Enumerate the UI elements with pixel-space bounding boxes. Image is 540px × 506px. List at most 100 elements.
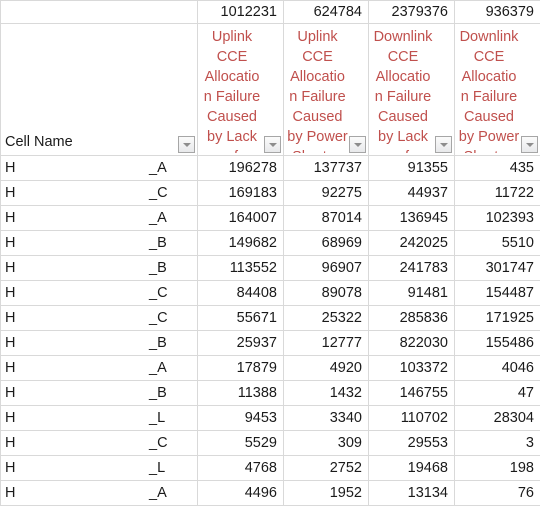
data-value: 155486 — [455, 333, 540, 355]
cell-name-prefix: H — [5, 208, 15, 228]
data-value: 25322 — [284, 308, 368, 330]
data-cell: 169183 — [198, 181, 284, 206]
data-value: 96907 — [284, 258, 368, 280]
data-cell: 9453 — [198, 406, 284, 431]
data-cell: 4768 — [198, 456, 284, 481]
data-cell: 103372 — [369, 356, 455, 381]
cell-name-cell: H_C — [1, 281, 198, 306]
cell-name-header-label: Cell Name — [5, 132, 73, 152]
header-label-2: Uplink CCE Allocation Failure Caused by … — [287, 27, 348, 153]
cell-name-cell: H_B — [1, 381, 198, 406]
data-cell: 3 — [455, 431, 540, 456]
table-row: H _A 16400787014136945102393 — [1, 206, 540, 231]
data-value: 301747 — [455, 258, 540, 280]
data-value: 11722 — [455, 183, 540, 205]
cell-name-cell: H_L — [1, 406, 198, 431]
data-cell: 11722 — [455, 181, 540, 206]
cell-name-suffix: _C — [149, 183, 168, 203]
data-cell: 96907 — [284, 256, 369, 281]
data-value: 198 — [455, 458, 540, 480]
data-cell: 102393 — [455, 206, 540, 231]
data-cell: 1432 — [284, 381, 369, 406]
header-cell-3: Downlink CCE Allocation Failure Caused b… — [369, 24, 455, 156]
data-value: 47 — [455, 383, 540, 405]
grand-total-cell-2: 624784 — [284, 1, 369, 24]
cell-name-prefix: H — [5, 408, 15, 428]
data-value: 113552 — [198, 258, 283, 280]
grand-total-value-4: 936379 — [455, 2, 540, 23]
data-cell: 44937 — [369, 181, 455, 206]
data-value: 68969 — [284, 233, 368, 255]
data-cell: 25937 — [198, 331, 284, 356]
data-value: 55671 — [198, 308, 283, 330]
data-value: 13134 — [369, 483, 454, 505]
pivot-table: 1012231 624784 2379376 936379 Cell Name — [0, 0, 540, 506]
table-row: H_C169183922754493711722 — [1, 181, 540, 206]
cell-name-cell: H_A — [1, 481, 198, 506]
data-cell: 91481 — [369, 281, 455, 306]
cell-name-cell: H_C — [1, 181, 198, 206]
data-value: 4046 — [455, 358, 540, 380]
filter-dropdown-icon-4[interactable] — [521, 136, 538, 153]
grand-total-cell-1: 1012231 — [198, 1, 284, 24]
grand-total-value-2: 624784 — [284, 2, 368, 23]
filter-dropdown-icon-2[interactable] — [349, 136, 366, 153]
header-cell-2: Uplink CCE Allocation Failure Caused by … — [284, 24, 369, 156]
header-cell-cell-name: Cell Name — [1, 24, 198, 156]
data-value: 1432 — [284, 383, 368, 405]
data-cell: 164007 — [198, 206, 284, 231]
column-header-row: Cell Name Uplink CCE Allocation Failure … — [1, 24, 540, 156]
data-cell: 171925 — [455, 306, 540, 331]
data-value: 137737 — [284, 158, 368, 180]
header-cell-1: Uplink CCE Allocation Failure Caused by … — [198, 24, 284, 156]
data-cell: 87014 — [284, 206, 369, 231]
data-cell: 198 — [455, 456, 540, 481]
header-label-1: Uplink CCE Allocation Failure Caused by … — [201, 27, 263, 153]
data-cell: 1952 — [284, 481, 369, 506]
cell-name-prefix: H — [5, 308, 15, 328]
data-value: 110702 — [369, 408, 454, 430]
filter-dropdown-icon-cell-name[interactable] — [178, 136, 195, 153]
table-row: H_A1787949201033724046 — [1, 356, 540, 381]
data-value: 12777 — [284, 333, 368, 355]
data-cell: 84408 — [198, 281, 284, 306]
data-value: 822030 — [369, 333, 454, 355]
data-value: 102393 — [455, 208, 540, 230]
cell-name-suffix: _A — [149, 483, 167, 503]
data-cell: 136945 — [369, 206, 455, 231]
data-value: 4496 — [198, 483, 283, 505]
data-cell: 285836 — [369, 306, 455, 331]
data-value: 309 — [284, 433, 368, 455]
data-cell: 241783 — [369, 256, 455, 281]
table-row: H_C5567125322285836171925 — [1, 306, 540, 331]
cell-name-suffix: _A — [149, 358, 167, 378]
data-cell: 28304 — [455, 406, 540, 431]
data-cell: 154487 — [455, 281, 540, 306]
data-value: 28304 — [455, 408, 540, 430]
data-cell: 435 — [455, 156, 540, 181]
filter-dropdown-icon-1[interactable] — [264, 136, 281, 153]
cell-name-prefix: H — [5, 458, 15, 478]
data-value: 3340 — [284, 408, 368, 430]
data-cell: 242025 — [369, 231, 455, 256]
header-label-4: Downlink CCE Allocation Failure Caused b… — [458, 27, 520, 153]
filter-dropdown-icon-3[interactable] — [435, 136, 452, 153]
data-cell: 113552 — [198, 256, 284, 281]
cell-name-prefix: H — [5, 283, 15, 303]
table-row: H_B11388143214675547 — [1, 381, 540, 406]
data-cell: 29553 — [369, 431, 455, 456]
data-cell: 110702 — [369, 406, 455, 431]
data-value: 285836 — [369, 308, 454, 330]
cell-name-prefix: H — [5, 233, 15, 253]
data-cell: 89078 — [284, 281, 369, 306]
data-value: 149682 — [198, 233, 283, 255]
data-value: 91355 — [369, 158, 454, 180]
cell-name-suffix: _A — [149, 208, 167, 228]
data-value: 91481 — [369, 283, 454, 305]
chevron-down-icon — [526, 143, 534, 147]
data-value: 241783 — [369, 258, 454, 280]
data-cell: 55671 — [198, 306, 284, 331]
data-cell: 822030 — [369, 331, 455, 356]
chevron-down-icon — [440, 143, 448, 147]
data-cell: 12777 — [284, 331, 369, 356]
